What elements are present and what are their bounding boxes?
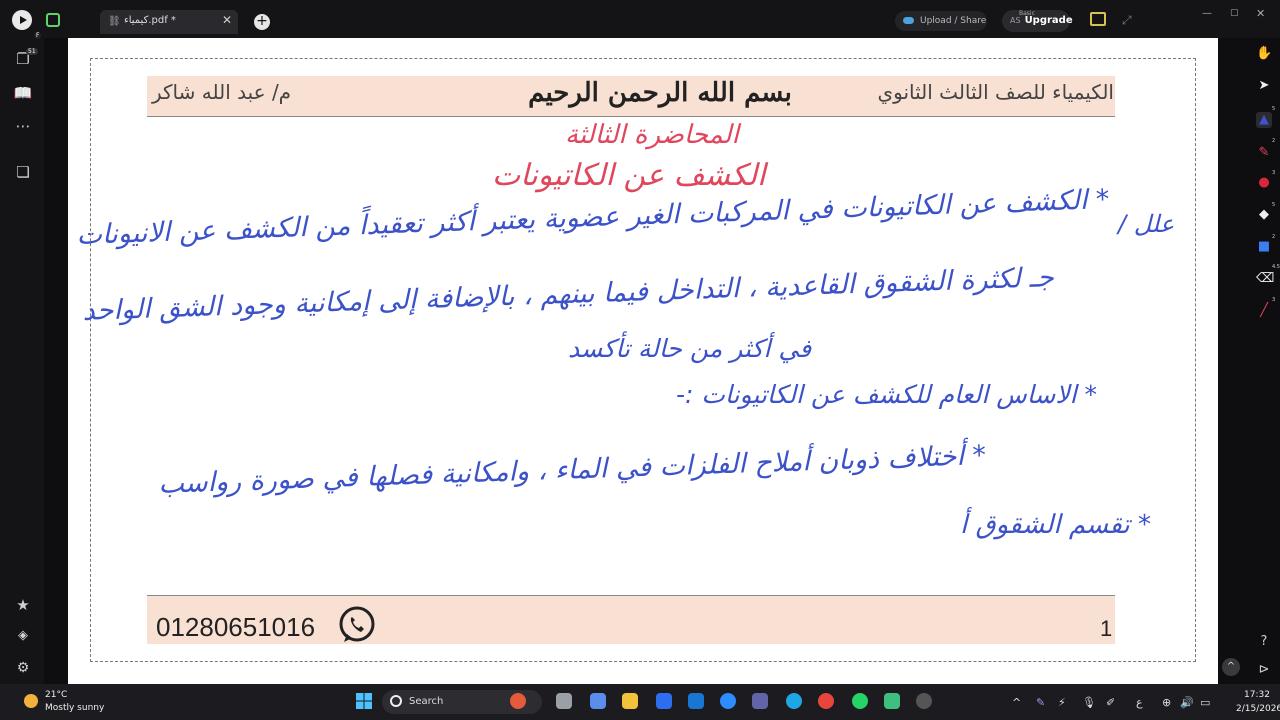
app-logo-icon[interactable] (12, 10, 32, 30)
stylus-icon[interactable]: ✐ (1106, 696, 1115, 709)
whatsapp-icon (339, 606, 375, 642)
line-icon[interactable]: ╱ (1256, 303, 1272, 319)
tool-size-label: 3 (1272, 170, 1276, 176)
fill-icon[interactable]: ◆ (1256, 207, 1272, 223)
battery-icon[interactable]: ▭ (1200, 696, 1210, 709)
weather-temperature[interactable]: 21°C (45, 690, 67, 700)
phone-number: 01280651016 (156, 612, 316, 642)
tab-title: كيمياء.pdf * (124, 15, 176, 26)
maximize-icon[interactable]: ▢ (1230, 8, 1239, 18)
new-tab-button[interactable]: + (254, 14, 270, 30)
chrome-icon[interactable] (818, 693, 834, 709)
help-icon[interactable]: ? (1256, 634, 1272, 650)
language-indicator[interactable]: ع (1136, 696, 1143, 709)
plan-label: Basic (1019, 10, 1035, 17)
clock-date[interactable]: 2/15/2026 (1236, 704, 1280, 714)
course-title: الكيمياء للصف الثالث الثانوي (877, 80, 1114, 104)
teacher-name: م/ عبد الله شاكر (152, 80, 292, 104)
lecture-title: المحاضرة الثالثة (565, 120, 739, 150)
fullscreen-icon[interactable]: ⤢ (1122, 13, 1132, 28)
gear-icon[interactable]: ⚙ (12, 660, 34, 676)
outlook-icon[interactable] (656, 693, 672, 709)
search-label: Search (409, 696, 444, 707)
layers-icon[interactable]: ◈ (12, 628, 34, 643)
edge-icon[interactable] (786, 693, 802, 709)
clock-time[interactable]: 17:32 (1244, 690, 1270, 700)
teams-icon[interactable] (752, 693, 768, 709)
whiteboard-app-icon[interactable] (884, 693, 900, 709)
note-line-2: علل / (1118, 210, 1175, 238)
pointer-icon[interactable]: ➤ (1256, 78, 1272, 94)
copilot-icon[interactable] (590, 693, 606, 709)
note-line-7: * تقسم الشقوق أ (960, 510, 1152, 540)
more-icon[interactable]: ⋯ (12, 117, 34, 135)
send-icon[interactable]: ⊳ (1256, 662, 1272, 678)
tool-size-label: 2 (1272, 234, 1276, 240)
tool-size-label: 5 (1272, 106, 1276, 112)
lecture-subtitle: الكشف عن الكاتيونات (492, 158, 766, 193)
screenshot-icon[interactable] (1090, 12, 1106, 26)
tool-size-label: 3 (1272, 297, 1276, 303)
link-icon: ⛓ (108, 16, 121, 27)
zoom-icon[interactable] (720, 693, 736, 709)
right-toolbar (1248, 38, 1280, 684)
weather-sun-icon[interactable] (24, 694, 38, 708)
mail-icon[interactable] (688, 693, 704, 709)
note-line-5: * الاساس العام للكشف عن الكاتيونات :- (676, 380, 1097, 409)
upload-label: Upload / Share (920, 16, 987, 26)
tool-size-label: 4.5 (1272, 264, 1280, 270)
book-icon[interactable]: 📖 (12, 84, 34, 102)
speaker-icon[interactable]: 🔊 (1180, 696, 1194, 709)
chevron-up-icon[interactable]: ^ (1012, 696, 1021, 709)
task-view-icon[interactable] (556, 693, 572, 709)
upload-share-button[interactable]: Upload / Share (895, 11, 987, 31)
scroll-up-button[interactable]: ^ (1222, 658, 1240, 676)
pages-count-badge: 51 (26, 48, 38, 55)
eraser-icon[interactable]: ⌫ (1256, 271, 1274, 287)
search-icon (390, 695, 402, 707)
account-initials: AS (1010, 16, 1021, 25)
cloud-icon (903, 17, 914, 24)
weather-description[interactable]: Mostly sunny (45, 703, 104, 713)
globe-icon[interactable]: ⊕ (1162, 696, 1171, 709)
minimize-icon[interactable]: — (1202, 8, 1212, 19)
marker-icon[interactable]: ● (1256, 175, 1272, 191)
basmala: بسم الله الرحمن الرحيم (528, 78, 792, 108)
network-icon[interactable]: ⚡ (1058, 696, 1066, 709)
page-number: 1 (1100, 616, 1113, 641)
obs-icon[interactable] (916, 693, 932, 709)
tool-size-label: 2 (1272, 138, 1276, 144)
refresh-icon[interactable] (46, 13, 60, 27)
whatsapp-taskbar-icon[interactable] (852, 693, 868, 709)
windows-start-icon[interactable] (356, 693, 372, 709)
rectangle-icon[interactable]: ■ (1256, 239, 1272, 255)
star-icon[interactable]: ★ (12, 596, 34, 614)
shape-icon[interactable]: ▲ (1256, 112, 1272, 128)
note-line-4: في أكثر من حالة تأكسد (568, 334, 812, 363)
file-explorer-icon[interactable] (622, 693, 638, 709)
new-page-icon[interactable]: ❏ (12, 163, 34, 181)
game-icon[interactable] (510, 693, 526, 709)
tool-size-label: 5 (1272, 202, 1276, 208)
upgrade-button[interactable]: AS Upgrade (1002, 10, 1073, 32)
hand-icon[interactable]: ✋ (1256, 46, 1272, 62)
tab-close-icon[interactable]: ✕ (222, 13, 232, 27)
pen-icon[interactable]: ✎ (1256, 145, 1272, 161)
microphone-icon[interactable]: 🎙 (1082, 696, 1096, 709)
pen-tray-icon[interactable]: ✎ (1036, 696, 1045, 709)
window-close-icon[interactable]: ✕ (1256, 7, 1265, 20)
